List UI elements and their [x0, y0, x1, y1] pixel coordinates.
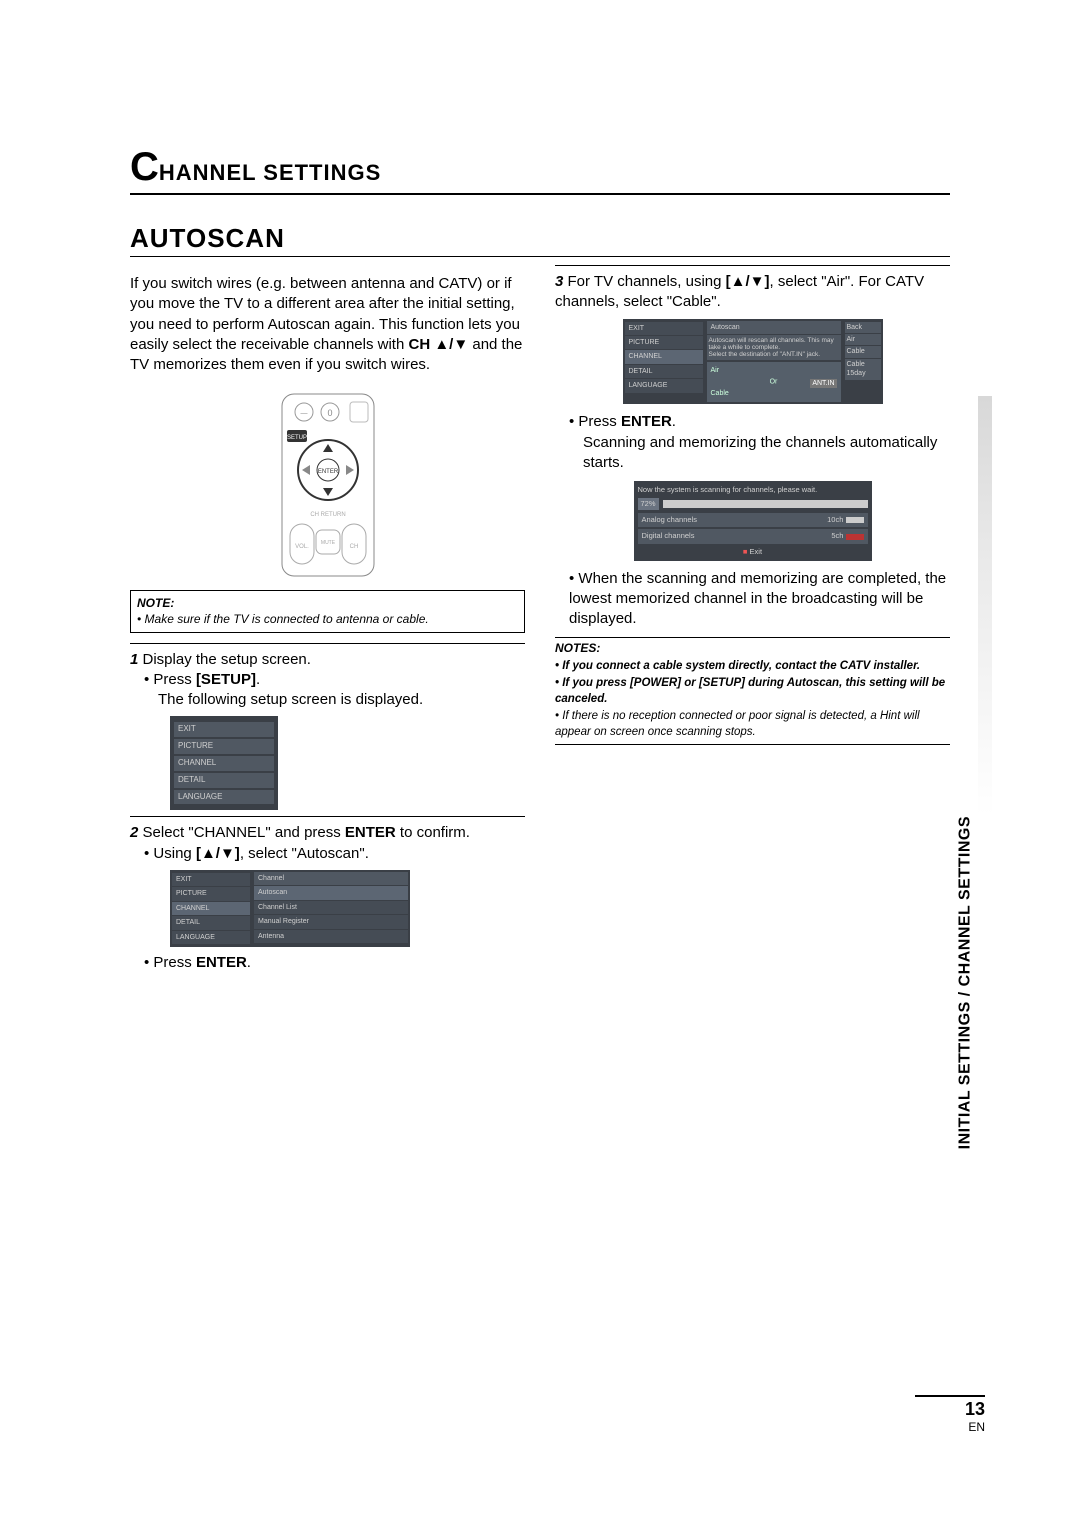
page-number: 13 EN: [915, 1395, 985, 1434]
step-3: 3 For TV channels, using [▲/▼], select "…: [555, 272, 950, 313]
note-box: NOTE: • Make sure if the TV is connected…: [130, 590, 525, 632]
title-rest: HANNEL SETTINGS: [159, 160, 381, 185]
osd-channel-menu: EXIT PICTURE CHANNEL DETAIL LANGUAGE Cha…: [170, 870, 410, 947]
side-tab: INITIAL SETTINGS / CHANNEL SETTINGS: [968, 396, 992, 816]
osd-setup-menu: EXIT PICTURE CHANNEL DETAIL LANGUAGE: [170, 716, 278, 810]
step-2: 2 Select "CHANNEL" and press ENTER to co…: [130, 823, 525, 864]
svg-text:CH RETURN: CH RETURN: [310, 512, 345, 518]
svg-text:ENTER: ENTER: [317, 469, 338, 475]
osd-autoscan-select: EXIT PICTURE CHANNEL DETAIL LANGUAGE Aut…: [623, 319, 883, 405]
svg-text:—: —: [300, 410, 307, 417]
divider: [130, 816, 525, 817]
osd-scan-progress: Now the system is scanning for channels,…: [634, 481, 872, 561]
notes-box: NOTES: • If you connect a cable system d…: [555, 637, 950, 745]
svg-text:MUTE: MUTE: [320, 540, 335, 546]
svg-text:VOL.: VOL.: [295, 544, 309, 550]
intro-paragraph: If you switch wires (e.g. between antenn…: [130, 274, 525, 375]
completion-text: When the scanning and memorizing are com…: [569, 569, 950, 630]
svg-text:CH: CH: [349, 544, 358, 550]
divider: [130, 643, 525, 644]
divider: [555, 265, 950, 266]
step-1: 1 Display the setup screen. Press [SETUP…: [130, 650, 525, 711]
svg-text:0: 0: [327, 408, 332, 418]
svg-text:SETUP: SETUP: [286, 435, 306, 441]
title-big: C: [130, 145, 159, 189]
chapter-title: CHANNEL SETTINGS: [130, 145, 950, 195]
remote-illustration: — 0 SETUP ENTER CH RETURN VOL. MUTE: [268, 390, 388, 580]
section-heading: AUTOSCAN: [130, 223, 950, 257]
